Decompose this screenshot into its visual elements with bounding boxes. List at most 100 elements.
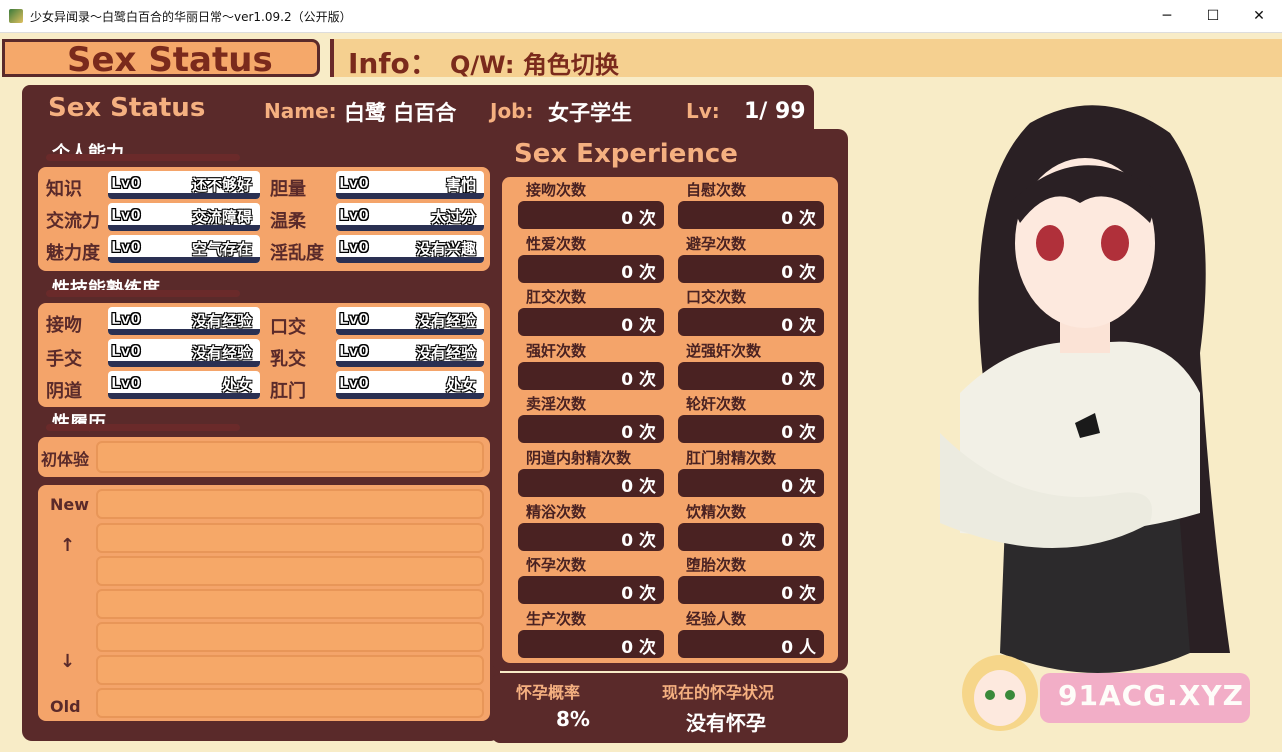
experience-value-cell: 0 次 — [518, 576, 664, 605]
info-label: Info： — [348, 47, 438, 80]
character-portrait — [940, 105, 1230, 731]
info-bar: Info： Q/W: 角色切换 — [330, 39, 1282, 80]
maximize-button[interactable]: ☐ — [1190, 0, 1236, 32]
personal-label: 胆量 — [270, 179, 306, 200]
personal-label: 知识 — [46, 179, 82, 200]
experience-value-cell: 0 次 — [518, 415, 664, 444]
experience-value-cell: 0 次 — [678, 469, 824, 497]
experience-label: 逆强奸次数 — [686, 341, 762, 360]
skills-heading: 性技能熟练度 — [52, 275, 160, 301]
experience-value-cell: 0 次 — [518, 522, 664, 551]
ability-level-box: Lv0 空气存在 — [108, 235, 260, 263]
status-header: Sex Status Name: 白鹭 白百合 Job: 女子学生 Lv: 1/… — [22, 85, 814, 133]
experience-value-cell: 0 次 — [678, 522, 824, 551]
experience-value-cell: 0 次 — [518, 254, 664, 283]
experience-label: 阴道内射精次数 — [526, 449, 632, 467]
skill-label: 口交 — [270, 317, 306, 338]
first-experience-section: 初体验 — [38, 437, 490, 477]
experience-value-cell: 0 次 — [518, 629, 664, 658]
experience-panel: Sex Experience 接吻次数 0 次自慰次数 0 次性爱次数 0 次避孕次数… — [492, 129, 848, 671]
history-entry — [96, 622, 484, 652]
experience-label: 接吻次数 — [526, 181, 587, 199]
history-entry — [96, 556, 484, 586]
pregnancy-rate-value: 8% — [556, 707, 590, 731]
experience-label: 轮奸次数 — [686, 395, 747, 414]
experience-value-cell: 0 次 — [518, 469, 664, 497]
experience-value: 0 次 — [781, 477, 816, 497]
experience-value: 0 次 — [781, 316, 816, 337]
experience-label: 肛交次数 — [526, 288, 587, 307]
pregnancy-status-value: 没有怀孕 — [686, 711, 766, 735]
screen-title-bar: Sex Status — [2, 39, 320, 80]
personal-label: 魅力度 — [46, 243, 100, 264]
experience-value: 0 次 — [621, 369, 656, 390]
pregnancy-status-label: 现在的怀孕状况 — [662, 683, 775, 702]
skill-level-box: Lv0 处女 — [108, 371, 260, 399]
window-title: 少女异闻录～白鹭白百合的华丽日常～ver1.09.2（公开版） — [30, 10, 352, 24]
experience-value-cell: 0 次 — [518, 201, 664, 229]
experience-label: 怀孕次数 — [526, 556, 587, 575]
experience-label: 自慰次数 — [686, 181, 747, 199]
experience-value: 0 次 — [781, 530, 816, 551]
experience-value: 0 次 — [781, 423, 816, 444]
experience-value-cell: 0 次 — [518, 361, 664, 390]
scroll-down-arrow[interactable]: ↓ — [60, 651, 75, 672]
history-entry — [96, 523, 484, 553]
experience-value-cell: 0 次 — [678, 201, 824, 229]
info-hint: Q/W: 角色切换 — [450, 51, 619, 79]
experience-value: 0 次 — [781, 369, 816, 390]
personal-heading-underline — [46, 154, 240, 161]
experience-label: 经验人数 — [686, 609, 747, 628]
experience-value-cell: 0 次 — [678, 361, 824, 390]
skill-level-box: Lv0 没有经验 — [336, 307, 484, 335]
level-label: Lv: — [686, 99, 720, 123]
experience-label: 避孕次数 — [686, 234, 747, 253]
experience-value-cell: 0 人 — [678, 629, 824, 658]
experience-label: 强奸次数 — [526, 341, 587, 360]
ability-level-box: Lv0 还不够好 — [108, 171, 260, 199]
screen-title: Sex Status — [67, 40, 273, 80]
history-heading-underline — [46, 424, 240, 431]
experience-label: 饮精次数 — [686, 502, 747, 521]
skill-level-box: Lv0 没有经验 — [108, 307, 260, 335]
personal-heading: 个人能力 — [52, 139, 124, 165]
ability-level-box: Lv0 害怕 — [336, 171, 484, 199]
experience-value: 0 次 — [781, 584, 816, 605]
game-screen: Sex Status Info： Q/W: 角色切换 91ACG.XYZ Sex… — [0, 33, 1282, 752]
skill-label: 接吻 — [46, 315, 82, 336]
experience-label: 性爱次数 — [526, 234, 587, 253]
ability-level-box: Lv0 太过分 — [336, 203, 484, 231]
scroll-up-arrow[interactable]: ↑ — [60, 535, 75, 556]
skill-label: 肛门 — [270, 381, 306, 402]
experience-value: 0 次 — [621, 262, 656, 283]
close-button[interactable]: ✕ — [1236, 0, 1282, 32]
history-new-label: New — [50, 495, 90, 514]
personal-section: 知识 Lv0 还不够好 胆量 Lv0 害怕 交流力 Lv0 交流障碍 温柔 Lv0 太过… — [38, 167, 490, 271]
personal-label: 温柔 — [270, 211, 306, 232]
window-titlebar: 少女异闻录～白鹭白百合的华丽日常～ver1.09.2（公开版） ─ ☐ ✕ — [0, 0, 1282, 33]
history-entry — [96, 589, 484, 619]
experience-value: 0 次 — [781, 262, 816, 283]
level-value: 1/ 99 — [744, 99, 806, 124]
experience-label: 肛门射精次数 — [686, 449, 777, 467]
history-old-label: Old — [50, 697, 81, 716]
skill-label: 乳交 — [270, 349, 306, 370]
history-entry — [96, 489, 484, 519]
pregnancy-rate-label: 怀孕概率 — [516, 683, 581, 702]
experience-label: 口交次数 — [686, 288, 747, 307]
first-experience-field — [96, 441, 484, 473]
minimize-button[interactable]: ─ — [1144, 0, 1190, 32]
ability-level-box: Lv0 没有兴趣 — [336, 235, 484, 263]
skills-section: 接吻 Lv0 没有经验 口交 Lv0 没有经验 手交 Lv0 没有经验 乳交 Lv0 没… — [38, 303, 490, 407]
personal-label: 交流力 — [46, 211, 100, 232]
experience-title: Sex Experience — [514, 139, 738, 169]
job-value: 女子学生 — [548, 101, 632, 125]
experience-value-cell: 0 次 — [678, 254, 824, 283]
history-log-section: New ↑ ↓ Old — [38, 485, 490, 721]
experience-value: 0 次 — [621, 584, 656, 605]
experience-value: 0 次 — [621, 316, 656, 337]
experience-value: 0 次 — [621, 423, 656, 444]
job-label: Job: — [490, 99, 534, 123]
personal-label: 淫乱度 — [270, 243, 324, 264]
experience-value-cell: 0 次 — [678, 308, 824, 337]
